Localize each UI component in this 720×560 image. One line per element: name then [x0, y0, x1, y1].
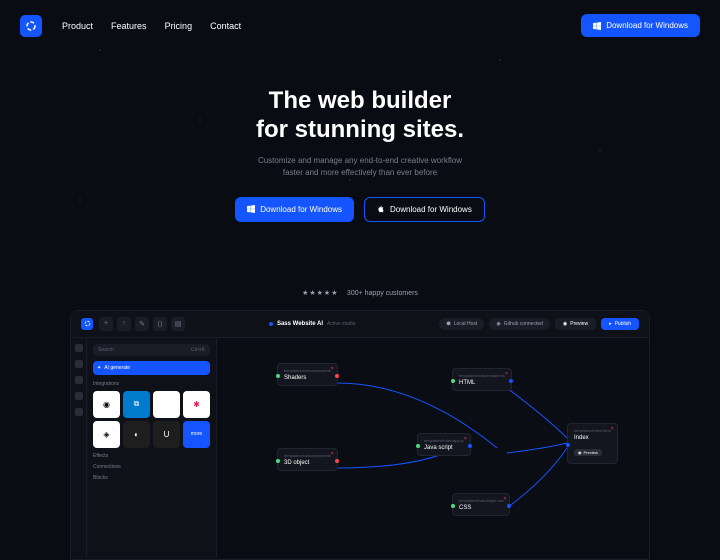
node-index[interactable]: ×templates/index.htmlIndex ◉ Preview [567, 423, 618, 464]
nav-product[interactable]: Product [62, 21, 93, 31]
node-preview-button[interactable]: ◉ Preview [574, 449, 602, 456]
hero-download-windows-button[interactable]: Download for Windows [235, 197, 354, 222]
figma-integration[interactable]: ◐ [123, 421, 150, 448]
main-nav: Product Features Pricing Contact [62, 21, 241, 31]
logo[interactable] [20, 15, 42, 37]
editor-preview: + ↑ ✎ ⟨⟩ ▤ Sass Website AI Active studio… [70, 310, 650, 560]
social-proof: ★★★★★ 300+ happy customers [0, 282, 720, 300]
github-pill[interactable]: ◉ Github connected [489, 318, 550, 330]
editor-logo [81, 318, 93, 330]
node-html[interactable]: ×templates/body/header/v1HTML [452, 368, 512, 391]
docker-integration[interactable]: ▦ [153, 391, 180, 418]
node-javascript[interactable]: ×templates/index/app.jsJava script [417, 433, 471, 456]
edit-icon[interactable]: ✎ [135, 317, 149, 331]
hero-section: The web builderfor stunning sites. Custo… [0, 51, 720, 242]
section-header: Integrations [93, 381, 210, 387]
section-header: Connections [93, 464, 210, 470]
editor-side-panel: SearchCtrl+K ✦ AI generate Integrations … [87, 338, 217, 558]
vscode-integration[interactable]: ⧉ [123, 391, 150, 418]
local-host-pill[interactable]: ⬢ Local Host [439, 318, 484, 330]
unreal-integration[interactable]: U [153, 421, 180, 448]
node-3d-object[interactable]: ×templates/subcomponents3D object [277, 448, 338, 471]
site-header: Product Features Pricing Contact Downloa… [0, 0, 720, 51]
section-header: Effects [93, 453, 210, 459]
rail-icon[interactable] [75, 344, 83, 352]
node-css[interactable]: ×templates/index/style.cssCSS [452, 493, 510, 516]
publish-button[interactable]: ▸ Publish [601, 318, 639, 330]
hero-subtitle: Customize and manage any end-to-end crea… [20, 155, 700, 179]
rail-icon[interactable] [75, 408, 83, 416]
header-download-button[interactable]: Download for Windows [581, 14, 700, 37]
github-integration[interactable]: ◉ [93, 391, 120, 418]
search-input[interactable]: SearchCtrl+K [93, 344, 210, 356]
section-header: Blocks [93, 475, 210, 481]
add-icon[interactable]: + [99, 317, 113, 331]
preview-button[interactable]: ◉ Preview [555, 318, 596, 330]
rail-icon[interactable] [75, 392, 83, 400]
integration-tile[interactable]: ◈ [93, 421, 120, 448]
upload-icon[interactable]: ↑ [117, 317, 131, 331]
nav-pricing[interactable]: Pricing [165, 21, 193, 31]
node-canvas: ×templates/subcomponentsShaders ×templat… [217, 338, 649, 558]
code-icon[interactable]: ⟨⟩ [153, 317, 167, 331]
rail-icon[interactable] [75, 376, 83, 384]
hero-title: The web builderfor stunning sites. [20, 87, 700, 145]
hero-download-mac-button[interactable]: Download for Windows [364, 197, 485, 222]
nav-features[interactable]: Features [111, 21, 147, 31]
layers-icon[interactable]: ▤ [171, 317, 185, 331]
editor-toolbar: + ↑ ✎ ⟨⟩ ▤ Sass Website AI Active studio… [71, 311, 649, 338]
apple-icon [377, 205, 385, 213]
windows-icon [247, 205, 255, 213]
nav-contact[interactable]: Contact [210, 21, 241, 31]
node-shaders[interactable]: ×templates/subcomponentsShaders [277, 363, 338, 386]
rail-icon[interactable] [75, 360, 83, 368]
windows-icon [593, 22, 601, 30]
ai-generate-button[interactable]: ✦ AI generate [93, 361, 210, 375]
slack-integration[interactable]: ✱ [183, 391, 210, 418]
editor-rail [71, 338, 87, 558]
project-title: Sass Website AI [277, 321, 323, 327]
more-integrations[interactable]: more [183, 421, 210, 448]
